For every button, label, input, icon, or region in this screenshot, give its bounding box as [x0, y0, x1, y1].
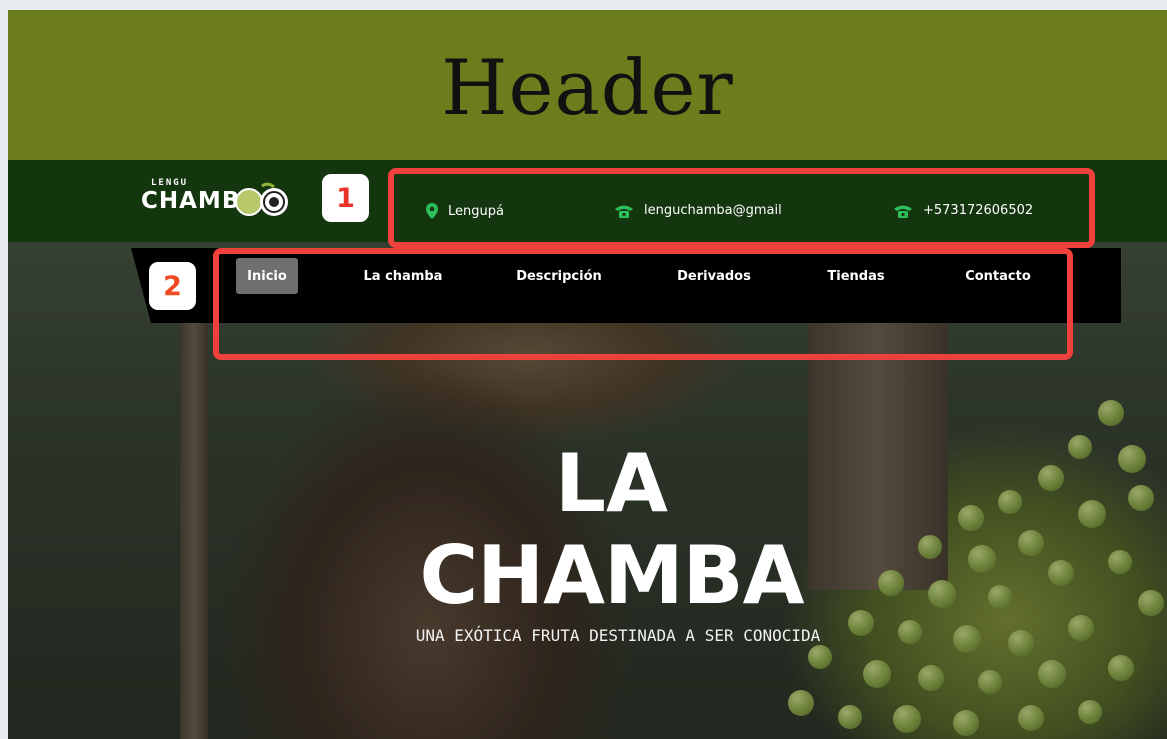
- fruit-emblem-icon: [235, 182, 288, 216]
- screenshot-frame: Header LENGU CHAMBA 1 Lengupá lenguchamb…: [8, 10, 1167, 739]
- hero-title-line-2: CHAMBA: [419, 529, 804, 622]
- website-preview: LENGU CHAMBA 1 Lengupá lenguchamba@gmail…: [8, 160, 1167, 739]
- annotation-highlight-contact-bar: [388, 168, 1095, 248]
- annotation-badge-2: 2: [149, 262, 196, 310]
- logo-top-text: LENGU: [151, 178, 189, 188]
- hero-subtitle: UNA EXÓTICA FRUTA DESTINADA A SER CONOCI…: [415, 626, 821, 645]
- header-banner: Header: [8, 10, 1167, 160]
- site-logo[interactable]: LENGU CHAMBA: [141, 176, 301, 224]
- annotation-badge-1: 1: [322, 174, 369, 222]
- annotation-highlight-navigation: [213, 248, 1073, 360]
- header-title: Header: [441, 42, 734, 132]
- hero-title-line-1: LA: [555, 437, 668, 530]
